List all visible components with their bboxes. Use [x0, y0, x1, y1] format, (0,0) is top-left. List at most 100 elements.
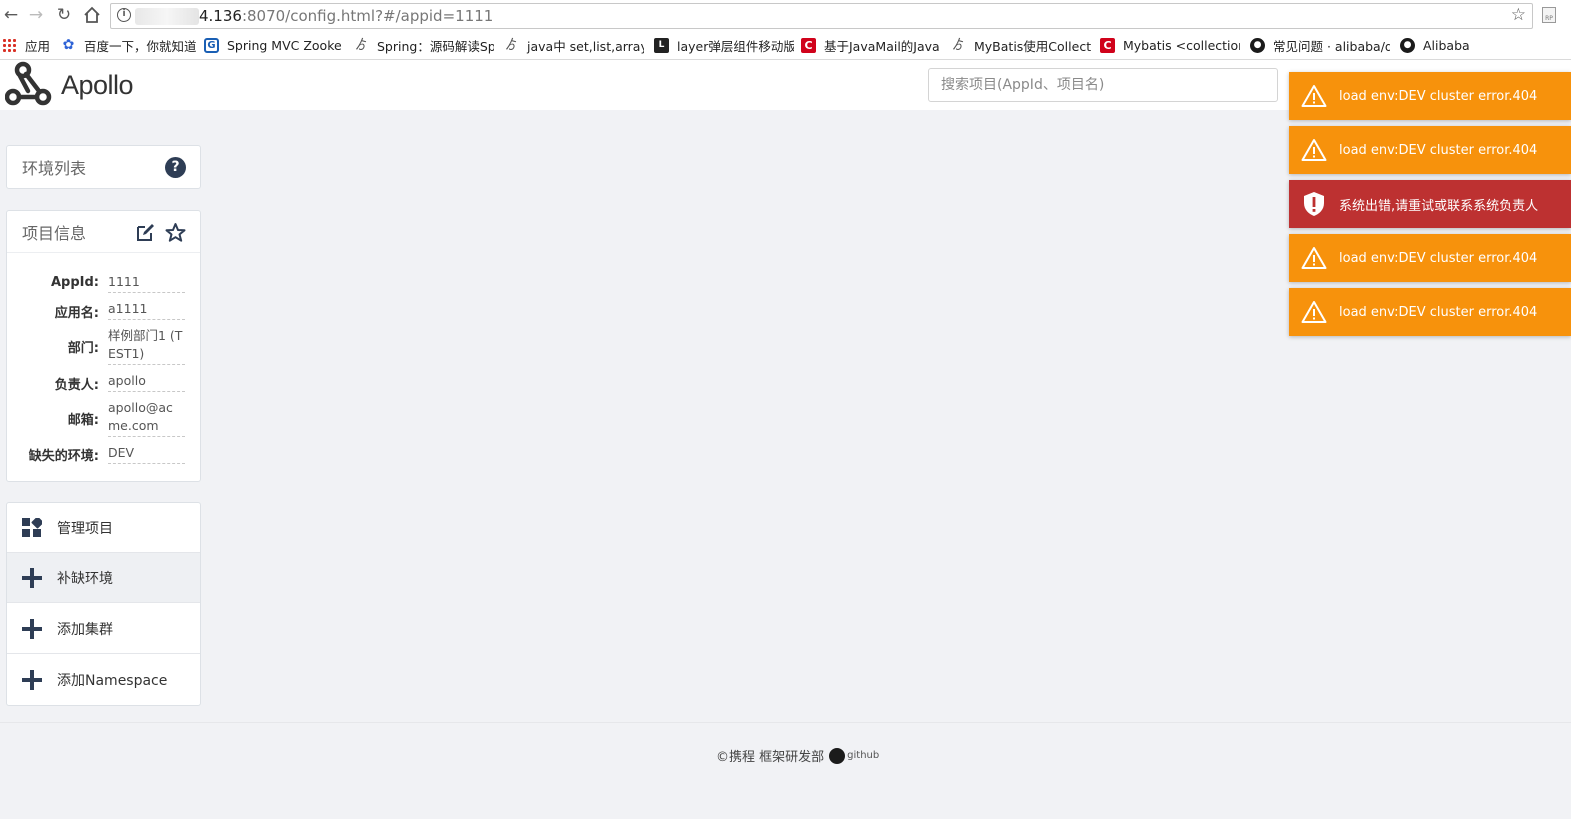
footer-github-label: github [847, 750, 880, 761]
info-row-app-name: 应用名: a1111 [7, 300, 202, 321]
bookmark-star-icon[interactable]: ☆ [1511, 5, 1526, 25]
info-label: 邮箱: [67, 413, 99, 428]
info-row-appid: AppId: 1111 [7, 273, 202, 293]
toast-message: load env:DEV cluster error.404 [1339, 88, 1538, 104]
info-value: DEV [108, 444, 185, 464]
help-icon[interactable]: ? [165, 157, 186, 178]
bookmark-label: Alibaba [1423, 37, 1470, 53]
info-row-department: 部门: 样例部门1 (TEST1) [7, 328, 202, 365]
apps-grid-icon [2, 37, 17, 53]
bookmark-mybatis[interactable]: C Mybatis <collection [1100, 36, 1240, 54]
bookmark-label: java中 set,list,array( [527, 38, 644, 54]
bookmark-label: 百度一下，你就知道 [84, 38, 197, 54]
csdn-icon: C [1100, 37, 1115, 53]
bookmark-label: Spring：源码解读Sp [377, 38, 494, 54]
add-namespace-button[interactable]: 添加Namespace [7, 655, 200, 705]
project-info-panel: 项目信息 AppId: 1111 应用名: a1111 部门: 样例部门1 (T… [6, 210, 201, 482]
warning-triangle-icon [1289, 246, 1339, 270]
bookmark-spring-mvc[interactable]: G Spring MVC Zookee [204, 36, 342, 54]
env-list-panel: 环境列表 ? [6, 145, 201, 189]
bookmark-faq[interactable]: ● 常见问题 · alibaba/d [1250, 36, 1390, 54]
toast-warning[interactable]: load env:DEV cluster error.404 [1289, 72, 1571, 120]
footer-text: ©携程 框架研发部 github [716, 746, 879, 765]
menu-label: 管理项目 [57, 520, 113, 537]
info-value: apollo [108, 372, 185, 392]
reload-icon[interactable]: ↻ [53, 4, 75, 26]
toast-message: load env:DEV cluster error.404 [1339, 142, 1538, 158]
bookmark-label: Mybatis <collection [1123, 37, 1240, 53]
footer-github-link[interactable]: github [829, 747, 880, 764]
browser-chrome: ← → ↻ i 4.136:8070/config.html?#/appid=1… [0, 0, 1571, 60]
toast-message: 系统出错,请重试或联系系统负责人 [1339, 198, 1539, 214]
info-label: 缺失的环境: [28, 449, 99, 464]
bookmark-label: MyBatis使用Collecti [974, 38, 1091, 54]
bookmark-label: Spring MVC Zookee [227, 37, 342, 53]
info-label: AppId: [50, 275, 99, 290]
layer-logo-icon: L [654, 37, 669, 53]
extension-icon[interactable]: RP [1542, 7, 1556, 23]
plus-icon [17, 567, 47, 588]
info-row-missing-env: 缺失的环境: DEV [7, 443, 202, 464]
info-value: 1111 [108, 273, 185, 293]
shield-alert-icon [1289, 191, 1339, 217]
app-title: Apollo [61, 69, 134, 100]
info-value: 样例部门1 (TEST1) [108, 327, 185, 365]
toast-warning[interactable]: load env:DEV cluster error.404 [1289, 288, 1571, 336]
add-missing-env-button[interactable]: 补缺环境 [7, 553, 200, 603]
github-icon: ● [1250, 37, 1265, 53]
address-bar[interactable]: i 4.136:8070/config.html?#/appid=1111 ☆ [110, 3, 1533, 29]
back-arrow-icon[interactable]: ← [0, 4, 22, 26]
url-path: :8070/config.html?#/appid=1111 [241, 7, 494, 25]
action-menu: 管理项目 补缺环境 添加集群 添加Namespace [6, 502, 201, 706]
g-logo-icon: G [204, 37, 219, 53]
bookmark-spring-source[interactable]: ゟ Spring：源码解读Sp [354, 36, 494, 54]
toast-message: load env:DEV cluster error.404 [1339, 304, 1538, 320]
toast-warning[interactable]: load env:DEV cluster error.404 [1289, 234, 1571, 282]
info-row-owner: 负责人: apollo [7, 372, 202, 393]
bookmark-label: 常见问题 · alibaba/d [1273, 38, 1390, 54]
toast-error[interactable]: 系统出错,请重试或联系系统负责人 [1289, 180, 1571, 228]
bookmark-baidu[interactable]: ✿ 百度一下，你就知道 [61, 36, 197, 54]
bookmark-alibaba[interactable]: ● Alibaba [1400, 36, 1470, 54]
baidu-paw-icon: ✿ [62, 36, 75, 53]
spider-icon: ゟ [951, 37, 965, 53]
plus-icon [17, 670, 47, 690]
search-input[interactable] [928, 68, 1278, 102]
edit-icon[interactable] [135, 222, 156, 243]
star-icon[interactable] [165, 222, 186, 243]
url-host: 4.136 [199, 7, 242, 25]
add-cluster-button[interactable]: 添加集群 [7, 604, 200, 654]
bookmark-java-set[interactable]: ゟ java中 set,list,array( [504, 36, 644, 54]
toast-message: load env:DEV cluster error.404 [1339, 250, 1538, 266]
url-text: 4.136:8070/config.html?#/appid=1111 [199, 7, 493, 25]
github-icon [829, 747, 846, 764]
spider-icon: ゟ [354, 37, 368, 53]
apollo-logo[interactable]: Apollo [5, 60, 134, 110]
manage-project-button[interactable]: 管理项目 [7, 503, 200, 553]
bookmark-layer[interactable]: L layer弹层组件移动版 [654, 36, 794, 54]
toast-warning[interactable]: load env:DEV cluster error.404 [1289, 126, 1571, 174]
env-list-title: 环境列表 [22, 159, 87, 178]
apollo-logo-icon [5, 61, 52, 106]
forward-arrow-icon[interactable]: → [25, 4, 47, 26]
bookmarks-bar: 应用 ✿ 百度一下，你就知道 G Spring MVC Zookee ゟ Spr… [0, 33, 1571, 57]
info-label: 部门: [67, 341, 99, 356]
info-label: 负责人: [54, 378, 99, 393]
bookmark-label: layer弹层组件移动版 [677, 38, 794, 54]
menu-label: 添加Namespace [57, 673, 168, 689]
bookmark-apps[interactable]: 应用 [2, 36, 50, 54]
info-label: 应用名: [54, 306, 99, 321]
bookmark-mybatis-collection[interactable]: ゟ MyBatis使用Collecti [951, 36, 1091, 54]
warning-triangle-icon [1289, 300, 1339, 324]
info-icon[interactable]: i [117, 8, 131, 22]
plus-icon [17, 618, 47, 639]
project-info-header: 项目信息 [7, 211, 200, 253]
bookmark-javamail[interactable]: C 基于JavaMail的Java [801, 36, 941, 54]
project-info-title: 项目信息 [22, 223, 87, 243]
spider-icon: ゟ [504, 37, 518, 53]
warning-triangle-icon [1289, 138, 1339, 162]
dashboard-icon [17, 517, 47, 538]
home-icon[interactable] [81, 4, 103, 26]
bookmark-label: 基于JavaMail的Java [824, 38, 940, 54]
env-list-header: 环境列表 ? [7, 146, 200, 188]
